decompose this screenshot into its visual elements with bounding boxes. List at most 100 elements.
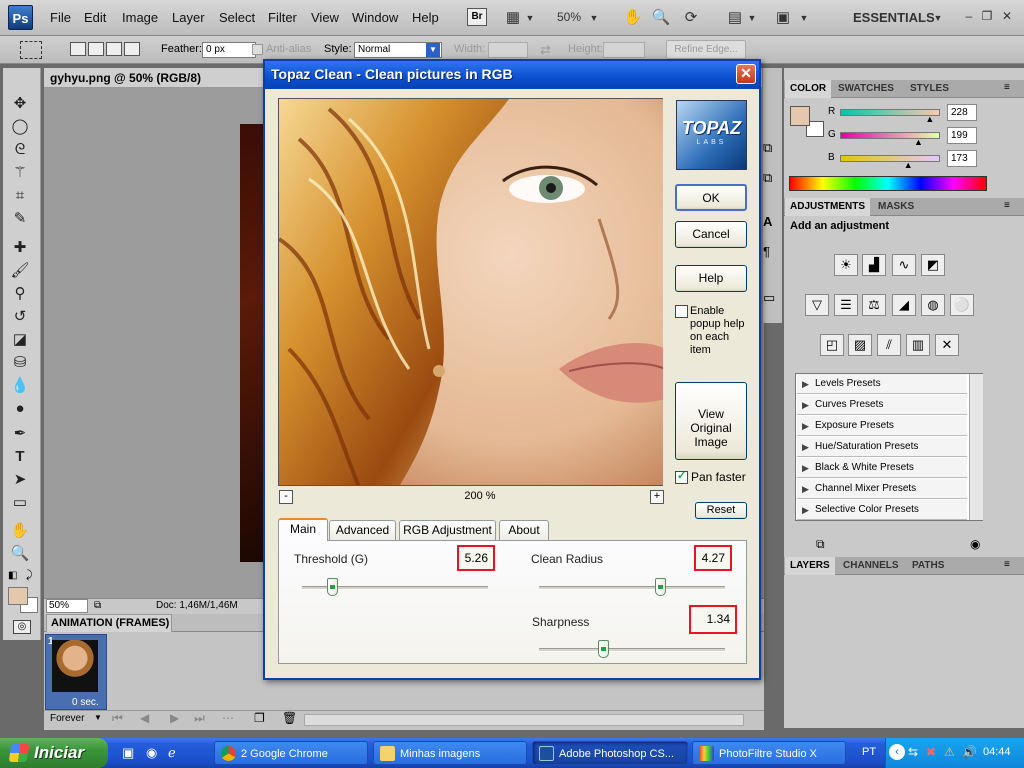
menu-layer[interactable]: Layer [172,10,205,25]
tab-paths[interactable]: PATHS [907,557,949,575]
refine-edge-button[interactable]: Refine Edge... [666,40,746,59]
marquee-tool-icon[interactable] [20,41,42,59]
delete-frame-icon[interactable]: 🗑 [282,711,297,725]
new-selection-icon[interactable] [70,42,86,56]
type-tool-icon[interactable]: T [9,447,31,467]
popup-help-checkbox[interactable] [675,305,688,318]
animation-panel-tab[interactable]: ANIMATION (FRAMES) [46,614,172,632]
task-minhas-imagens[interactable]: Minhas imagens [373,741,527,765]
crop-tool-icon[interactable]: ⌗ [9,186,31,206]
threshold-slider-thumb[interactable] [327,578,338,596]
restore-icon[interactable]: ❐ [980,9,994,23]
network-icon[interactable]: ⇆ [908,745,918,759]
swap-icon[interactable]: ⇄ [540,42,551,58]
add-selection-icon[interactable] [88,42,104,56]
next-frame-icon[interactable]: ⏭ [194,711,205,726]
preset-levels[interactable]: ▶ Levels Presets [797,374,967,394]
panel-menu-icon[interactable]: ≡ [1004,82,1010,93]
first-frame-icon[interactable]: ⏮ [112,711,123,726]
dialog-close-button[interactable]: ✕ [736,64,756,84]
tab-color[interactable]: COLOR [785,80,832,98]
ok-button[interactable]: OK [675,184,747,211]
help-button[interactable]: Help [675,265,747,292]
move-tool-icon[interactable]: ✥ [9,94,31,114]
zoom-in-button[interactable]: + [650,490,664,504]
curves-icon[interactable]: ∿ [892,254,916,276]
width-input[interactable] [488,42,528,58]
hand-tool-icon[interactable]: ✋ [9,521,31,541]
sharpness-slider[interactable] [539,648,725,652]
brush-tool-icon[interactable]: 🖌 [9,261,31,281]
photo-filter-icon[interactable]: ◍ [921,294,945,316]
chevron-down-icon[interactable]: ▼ [588,8,600,28]
menu-help[interactable]: Help [412,10,439,25]
antialias-checkbox[interactable] [252,44,263,55]
preview-image[interactable] [278,98,664,486]
menu-window[interactable]: Window [352,10,398,25]
color-balance-icon[interactable]: ⚖ [862,294,886,316]
foreground-color-swatch[interactable] [8,587,28,605]
marquee-tool-icon[interactable]: ◯ [9,117,31,137]
swap-colors-icon[interactable]: ⤸ [26,569,33,582]
chevron-down-icon[interactable]: ▼ [94,713,102,722]
view-original-button[interactable]: View Original Image [675,382,747,460]
chevron-down-icon[interactable]: ▼ [524,8,536,28]
menu-file[interactable]: File [50,10,71,25]
paragraph-panel-icon[interactable]: ¶ [763,244,770,259]
selective-color-icon[interactable]: ✕ [935,334,959,356]
quick-mask-icon[interactable]: ◎ [13,620,31,634]
minimize-icon[interactable]: – [962,9,976,23]
tray-expand-icon[interactable]: ‹ [889,744,905,760]
feather-input[interactable]: 0 px [202,42,256,58]
panel-menu-icon[interactable]: ≡ [1004,559,1010,570]
exposure-icon[interactable]: ◩ [921,254,945,276]
posterize-icon[interactable]: ▨ [848,334,872,356]
height-input[interactable] [603,42,645,58]
play-icon[interactable]: ▶ [170,711,179,725]
clean-radius-slider-thumb[interactable] [655,578,666,596]
tab-advanced[interactable]: Advanced [329,520,396,540]
internet-explorer-icon[interactable]: ℯ [168,745,176,761]
clean-radius-value[interactable]: 4.27 [694,545,732,571]
preset-exposure[interactable]: ▶ Exposure Presets [797,416,967,436]
g-slider-thumb[interactable]: ▲ [914,137,923,147]
path-selection-tool-icon[interactable]: ➤ [9,470,31,490]
tab-swatches[interactable]: SWATCHES [833,80,899,98]
black-white-icon[interactable]: ◢ [892,294,916,316]
screen-mode-icon[interactable]: ▣ [772,8,794,28]
menu-view[interactable]: View [311,10,339,25]
duplicate-frame-icon[interactable]: ❐ [254,711,265,725]
r-slider-thumb[interactable]: ▲ [925,114,934,124]
sharpness-value[interactable]: 1.34 [689,605,737,634]
g-input[interactable]: 199 [947,127,977,144]
preset-hue-saturation[interactable]: ▶ Hue/Saturation Presets [797,437,967,457]
hand-icon[interactable]: ✋ [622,8,644,28]
color-spectrum[interactable] [789,176,987,191]
rotate-view-icon[interactable]: ⟳ [680,8,702,28]
alert-icon[interactable]: ⚠ [944,745,955,759]
chevron-down-icon[interactable]: ▼ [746,8,758,28]
levels-icon[interactable]: ▟ [862,254,886,276]
tab-adjustments[interactable]: ADJUSTMENTS [785,198,871,216]
language-indicator[interactable]: PT [862,746,876,758]
show-desktop-icon[interactable]: ▣ [122,745,134,761]
eyedropper-tool-icon[interactable]: ✎ [9,209,31,229]
eraser-tool-icon[interactable]: ◪ [9,330,31,350]
frame-delay[interactable]: 0 sec. [72,697,99,708]
clean-radius-slider[interactable] [539,586,725,590]
loop-select[interactable]: Forever [50,713,84,724]
task-chrome[interactable]: 2 Google Chrome [214,741,368,765]
tab-masks[interactable]: MASKS [873,198,919,216]
clip-to-layer-icon[interactable]: ⧉ [816,537,825,552]
preset-curves[interactable]: ▶ Curves Presets [797,395,967,415]
zoom-icon[interactable]: 🔍 [650,8,672,28]
hue-saturation-icon[interactable]: ☰ [834,294,858,316]
volume-icon[interactable]: 🔊 [962,745,977,759]
tab-about[interactable]: About [499,520,549,540]
menu-filter[interactable]: Filter [268,10,297,25]
shape-tool-icon[interactable]: ▭ [9,493,31,513]
zoom-tool-icon[interactable]: 🔍 [9,544,31,564]
dodge-tool-icon[interactable]: ● [9,399,31,419]
preset-black-white[interactable]: ▶ Black & White Presets [797,458,967,478]
security-icon[interactable]: ✖ [926,745,936,759]
